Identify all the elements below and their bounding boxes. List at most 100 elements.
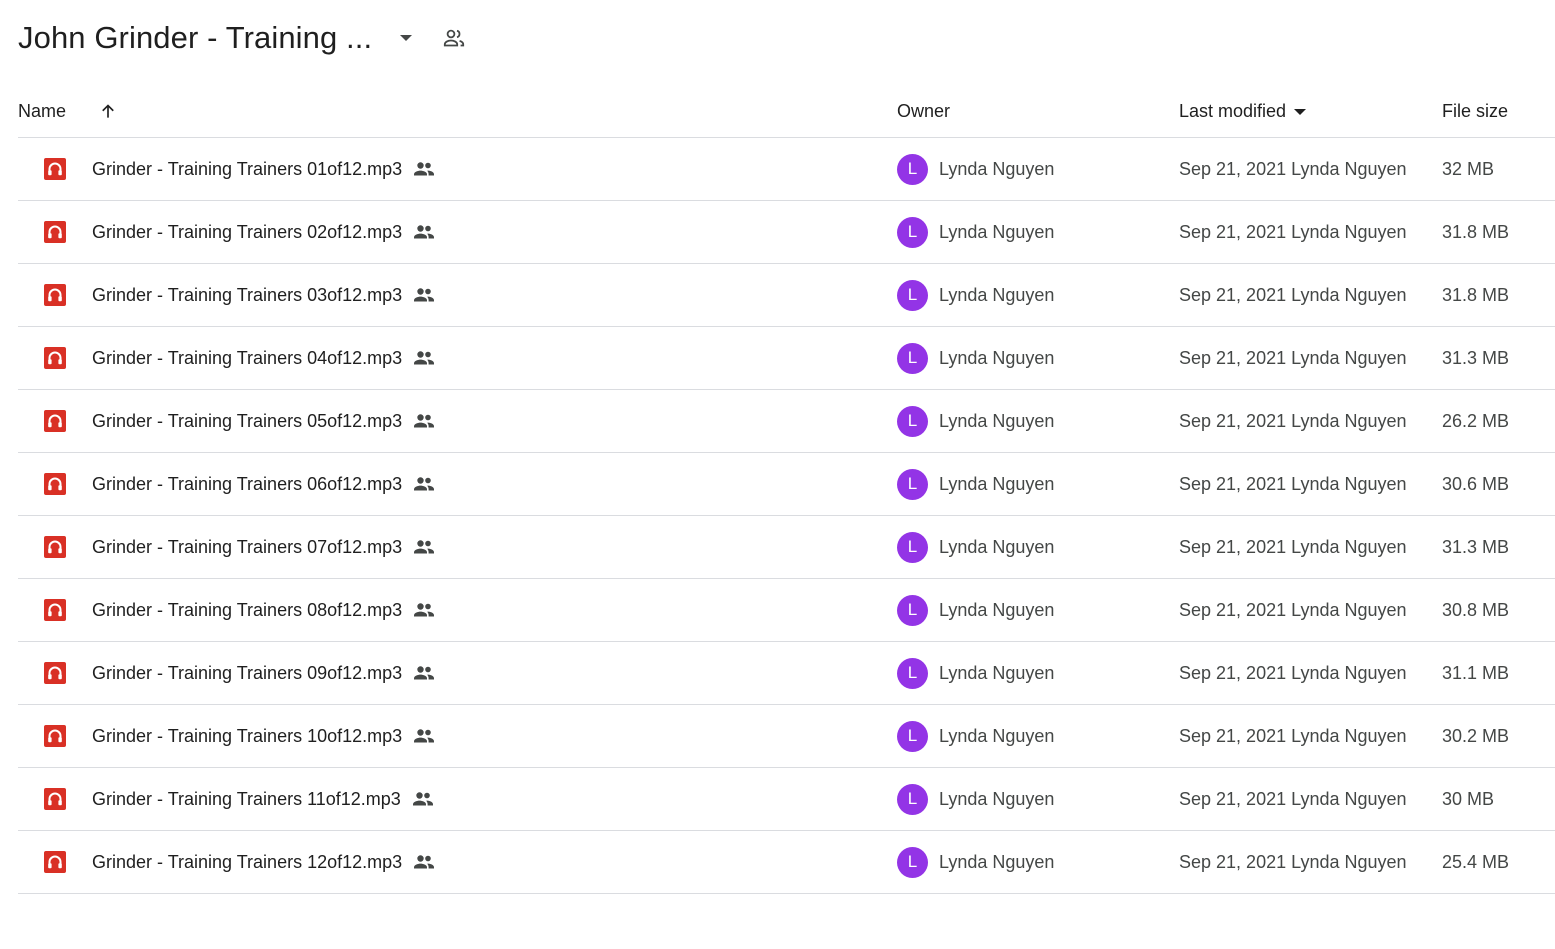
avatar: L [897, 846, 928, 878]
people-icon [414, 540, 435, 554]
shared-indicator [411, 787, 435, 811]
folder-title[interactable]: John Grinder - Training ... [18, 20, 372, 56]
last-modified-cell: Sep 21, 2021 Lynda Nguyen [1179, 347, 1407, 368]
people-icon [414, 477, 435, 491]
file-row[interactable]: Grinder - Training Trainers 09of12.mp3 L… [18, 642, 1555, 705]
people-icon [414, 162, 435, 176]
last-modified-cell: Sep 21, 2021 Lynda Nguyen [1179, 410, 1407, 431]
file-name[interactable]: Grinder - Training Trainers 09of12.mp3 [92, 663, 402, 684]
owner-name: Lynda Nguyen [939, 221, 1055, 242]
column-header-last-modified[interactable]: Last modified [1179, 85, 1307, 137]
avatar: L [897, 468, 928, 500]
file-name[interactable]: Grinder - Training Trainers 02of12.mp3 [92, 222, 402, 243]
file-name[interactable]: Grinder - Training Trainers 11of12.mp3 [92, 789, 401, 810]
file-name-cell: Grinder - Training Trainers 02of12.mp3 [92, 201, 436, 263]
file-size-cell: 31.8 MB [1442, 284, 1510, 305]
people-icon [414, 666, 435, 680]
avatar: L [897, 657, 928, 689]
owner-cell: L Lynda Nguyen [897, 831, 1054, 893]
file-name[interactable]: Grinder - Training Trainers 10of12.mp3 [92, 726, 402, 747]
file-size-cell: 31.3 MB [1442, 347, 1510, 368]
arrow-drop-down-icon [1294, 109, 1307, 115]
file-type-cell [44, 516, 66, 578]
file-row[interactable]: Grinder - Training Trainers 08of12.mp3 L… [18, 579, 1555, 642]
file-size-cell: 31.3 MB [1442, 536, 1510, 557]
last-modified-cell: Sep 21, 2021 Lynda Nguyen [1179, 788, 1407, 809]
file-name[interactable]: Grinder - Training Trainers 05of12.mp3 [92, 411, 402, 432]
file-type-cell [44, 831, 66, 893]
last-modified-cell: Sep 21, 2021 Lynda Nguyen [1179, 851, 1407, 872]
shared-indicator [412, 535, 436, 559]
last-modified-cell: Sep 21, 2021 Lynda Nguyen [1179, 473, 1407, 494]
file-type-cell [44, 768, 66, 830]
owner-cell: L Lynda Nguyen [897, 264, 1054, 326]
file-name-cell: Grinder - Training Trainers 08of12.mp3 [92, 579, 436, 641]
avatar: L [897, 342, 928, 374]
shared-indicator [412, 346, 436, 370]
file-name-cell: Grinder - Training Trainers 11of12.mp3 [92, 768, 435, 830]
file-name[interactable]: Grinder - Training Trainers 03of12.mp3 [92, 285, 402, 306]
audio-file-icon [44, 536, 66, 558]
owner-cell: L Lynda Nguyen [897, 579, 1054, 641]
avatar: L [897, 153, 928, 185]
file-row[interactable]: Grinder - Training Trainers 10of12.mp3 L… [18, 705, 1555, 768]
file-type-cell [44, 705, 66, 767]
file-list-header: Name Owner Last modified File size [18, 85, 1555, 138]
file-type-cell [44, 390, 66, 452]
file-size-cell: 31.1 MB [1442, 662, 1510, 683]
file-size-cell: 30.6 MB [1442, 473, 1510, 494]
folder-menu-button[interactable] [386, 18, 426, 58]
people-icon [414, 225, 435, 239]
arrow-up-icon [102, 104, 114, 118]
file-name[interactable]: Grinder - Training Trainers 06of12.mp3 [92, 474, 402, 495]
file-name[interactable]: Grinder - Training Trainers 12of12.mp3 [92, 852, 402, 873]
column-header-name[interactable]: Name [18, 85, 66, 137]
file-name[interactable]: Grinder - Training Trainers 01of12.mp3 [92, 159, 402, 180]
file-name[interactable]: Grinder - Training Trainers 04of12.mp3 [92, 348, 402, 369]
avatar: L [897, 783, 928, 815]
audio-file-icon [44, 788, 66, 810]
file-name-cell: Grinder - Training Trainers 05of12.mp3 [92, 390, 436, 452]
file-size-cell: 30.8 MB [1442, 599, 1510, 620]
people-icon [414, 855, 435, 869]
avatar: L [897, 216, 928, 248]
folder-shared-button[interactable] [434, 18, 474, 58]
file-name-cell: Grinder - Training Trainers 10of12.mp3 [92, 705, 436, 767]
file-row[interactable]: Grinder - Training Trainers 02of12.mp3 L… [18, 201, 1555, 264]
file-row[interactable]: Grinder - Training Trainers 04of12.mp3 L… [18, 327, 1555, 390]
file-name[interactable]: Grinder - Training Trainers 07of12.mp3 [92, 537, 402, 558]
owner-name: Lynda Nguyen [939, 599, 1055, 620]
file-row[interactable]: Grinder - Training Trainers 12of12.mp3 L… [18, 831, 1555, 894]
file-row[interactable]: Grinder - Training Trainers 05of12.mp3 L… [18, 390, 1555, 453]
avatar: L [897, 720, 928, 752]
file-name-cell: Grinder - Training Trainers 01of12.mp3 [92, 138, 436, 200]
owner-cell: L Lynda Nguyen [897, 453, 1054, 515]
owner-name: Lynda Nguyen [939, 410, 1055, 431]
file-type-cell [44, 579, 66, 641]
audio-file-icon [44, 599, 66, 621]
file-type-cell [44, 201, 66, 263]
owner-name: Lynda Nguyen [939, 536, 1055, 557]
avatar: L [897, 594, 928, 626]
last-modified-cell: Sep 21, 2021 Lynda Nguyen [1179, 221, 1407, 242]
file-size-cell: 30 MB [1442, 788, 1495, 809]
owner-name: Lynda Nguyen [939, 473, 1055, 494]
file-size-cell: 32 MB [1442, 158, 1495, 179]
avatar: L [897, 279, 928, 311]
file-row[interactable]: Grinder - Training Trainers 11of12.mp3 L… [18, 768, 1555, 831]
file-row[interactable]: Grinder - Training Trainers 07of12.mp3 L… [18, 516, 1555, 579]
file-size-cell: 31.8 MB [1442, 221, 1510, 242]
last-modified-cell: Sep 21, 2021 Lynda Nguyen [1179, 158, 1407, 179]
owner-name: Lynda Nguyen [939, 851, 1055, 872]
file-row[interactable]: Grinder - Training Trainers 06of12.mp3 L… [18, 453, 1555, 516]
owner-cell: L Lynda Nguyen [897, 516, 1054, 578]
sort-direction-button[interactable] [96, 85, 120, 137]
people-icon [414, 351, 435, 365]
owner-cell: L Lynda Nguyen [897, 390, 1054, 452]
file-name[interactable]: Grinder - Training Trainers 08of12.mp3 [92, 600, 402, 621]
file-row[interactable]: Grinder - Training Trainers 03of12.mp3 L… [18, 264, 1555, 327]
last-modified-cell: Sep 21, 2021 Lynda Nguyen [1179, 662, 1407, 683]
shared-indicator [412, 472, 436, 496]
file-row[interactable]: Grinder - Training Trainers 01of12.mp3 L… [18, 138, 1555, 201]
file-name-cell: Grinder - Training Trainers 12of12.mp3 [92, 831, 436, 893]
